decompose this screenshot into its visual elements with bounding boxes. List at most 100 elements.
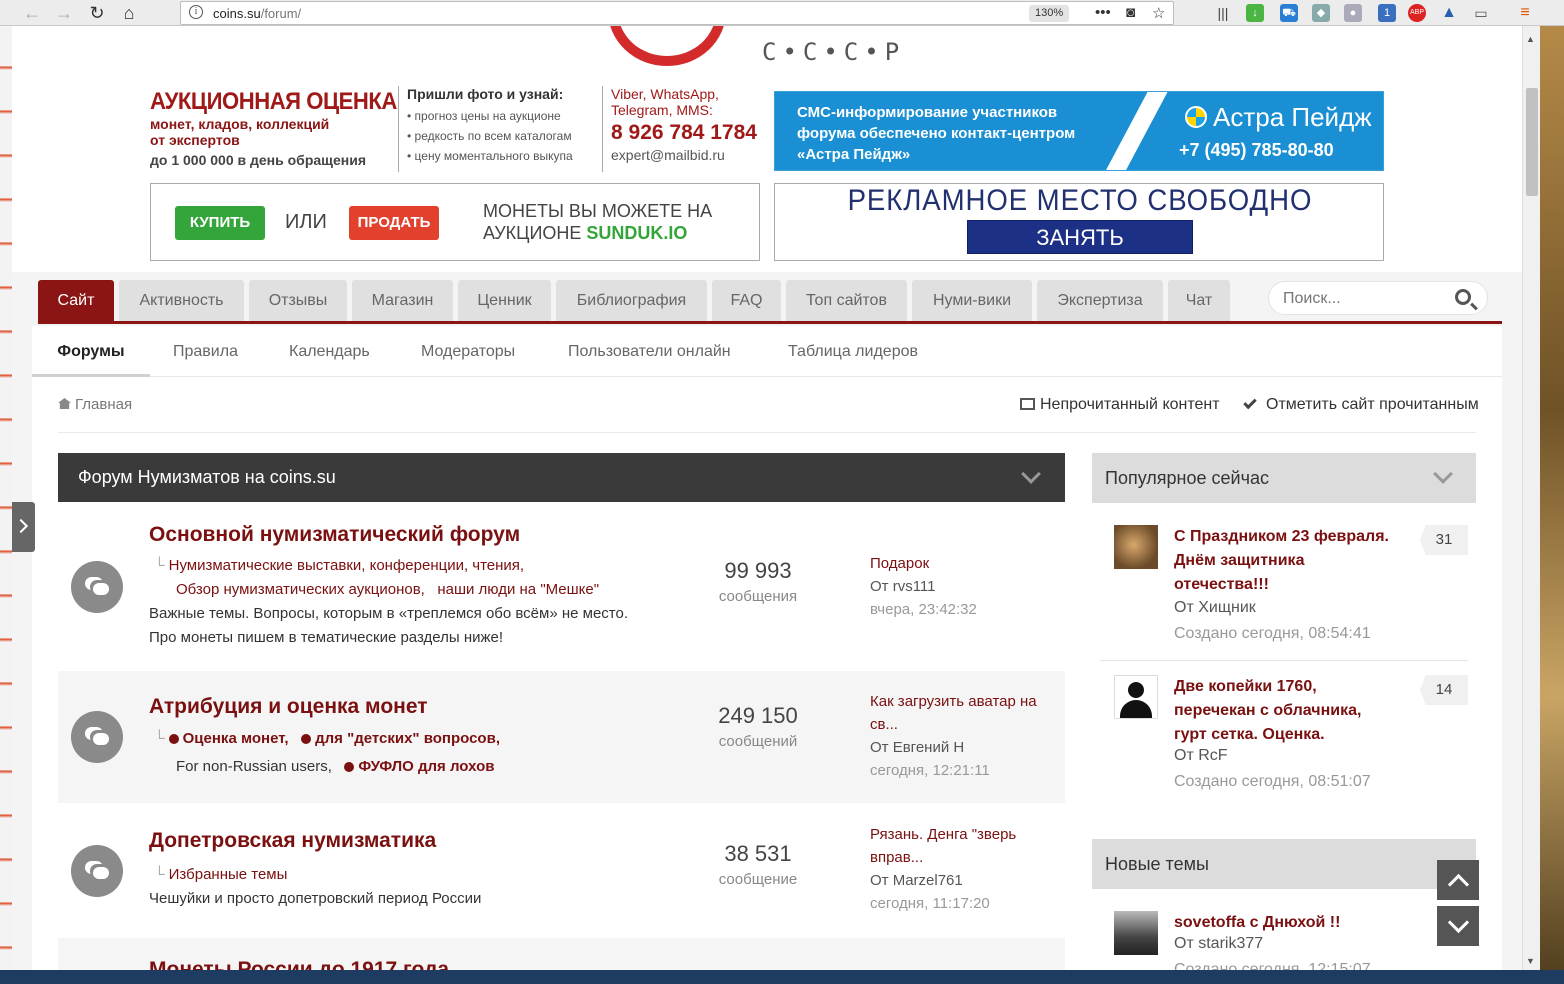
search-box[interactable] — [1268, 281, 1488, 315]
tab-chat[interactable]: Чат — [1168, 280, 1230, 321]
home-icon[interactable]: ⌂ — [115, 1, 143, 25]
popular-topic: Две копейки 1760, перечекан с облачника,… — [1102, 675, 1468, 795]
page-actions-icon[interactable]: ••• — [1095, 4, 1111, 21]
site-info-icon[interactable]: i — [189, 5, 203, 19]
subnav-online-users[interactable]: Пользователи онлайн — [568, 326, 731, 377]
avatar[interactable] — [1114, 675, 1158, 719]
subnav-rules[interactable]: Правила — [173, 326, 238, 377]
tab-numi-wiki[interactable]: Нуми-вики — [912, 280, 1032, 321]
last-post-author[interactable]: От Евгений Н — [870, 736, 1060, 759]
forum-title[interactable]: Основной нумизматический форум — [149, 523, 520, 547]
scroll-up-arrow-icon[interactable]: ▲ — [1526, 34, 1535, 44]
subforum-link[interactable]: Нумизматические выставки, конференции, ч… — [169, 557, 524, 574]
avatar[interactable] — [1114, 525, 1158, 569]
mark-site-read-link[interactable]: Отметить сайт прочитанным — [1243, 395, 1479, 414]
last-post-title[interactable]: Как загрузить аватар на св... — [870, 690, 1060, 736]
scroll-down-arrow-icon[interactable]: ▼ — [1526, 956, 1535, 966]
sell-button[interactable]: ПРОДАТЬ — [349, 206, 439, 240]
subnav-leaderboard[interactable]: Таблица лидеров — [788, 326, 918, 377]
vpn-extension-icon[interactable]: ▲ — [1440, 4, 1458, 22]
forum-title[interactable]: Монеты России до 1917 года — [149, 958, 449, 970]
subnav-calendar[interactable]: Календарь — [289, 326, 370, 377]
page-scrollbar[interactable]: ▲ ▼ — [1522, 26, 1540, 970]
collapse-chevron-icon[interactable] — [1021, 464, 1041, 484]
topic-title[interactable]: С Праздником 23 февраля. Днём защитника … — [1174, 525, 1394, 597]
adblock-icon[interactable]: ABP — [1408, 4, 1426, 22]
auction-appraisal-banner[interactable]: АУКЦИОННАЯ ОЦЕНКА монет, кладов, коллекц… — [150, 86, 762, 176]
reload-icon[interactable]: ↻ — [83, 1, 111, 25]
tab-activity[interactable]: Активность — [119, 280, 244, 321]
unread-content-link[interactable]: Непрочитанный контент — [1020, 396, 1220, 414]
free-ad-banner[interactable]: РЕКЛАМНОЕ МЕСТО СВОБОДНО ЗАНЯТЬ — [774, 183, 1384, 261]
last-post-date: сегодня, 11:17:20 — [870, 895, 990, 912]
subforum-link[interactable]: Обзор нумизматических аукционов, — [176, 581, 425, 598]
library-icon[interactable]: ||| — [1214, 4, 1232, 22]
forum-title[interactable]: Атрибуция и оценка монет — [149, 695, 428, 719]
last-post-title[interactable]: Подарок — [870, 552, 1060, 575]
tab-reviews[interactable]: Отзывы — [249, 280, 347, 321]
zoom-level[interactable]: 130% — [1029, 5, 1070, 22]
scroll-to-top-button[interactable] — [1437, 860, 1479, 900]
extension-icon[interactable]: ● — [1344, 4, 1362, 22]
astra-page-banner[interactable]: СМС-информирование участников форума обе… — [774, 91, 1384, 171]
banner-text: РЕКЛАМНОЕ МЕСТО СВОБОДНО — [847, 184, 1313, 217]
subforum-link[interactable]: For non-Russian users, — [176, 758, 332, 775]
tab-expertise[interactable]: Экспертиза — [1037, 280, 1163, 321]
topic-title[interactable]: sovetoffa с Днюхой !! — [1174, 911, 1434, 935]
forum-chat-icon — [71, 845, 123, 897]
tab-price[interactable]: Ценник — [458, 280, 551, 321]
scroll-to-bottom-button[interactable] — [1437, 906, 1479, 946]
subforum-link[interactable]: Оценка монет, — [183, 730, 289, 747]
subforum-link[interactable]: для "детских" вопросов, — [315, 730, 500, 747]
side-panel-toggle-icon[interactable] — [12, 502, 35, 552]
subforum-link[interactable]: наши люди на "Мешке" — [437, 581, 599, 598]
pocket-icon[interactable]: ◙ — [1126, 4, 1135, 21]
menu-icon[interactable]: ≡ — [1516, 4, 1534, 22]
cart-extension-icon[interactable]: ⛟ — [1280, 4, 1298, 22]
search-input[interactable] — [1283, 290, 1443, 308]
subforum-link[interactable]: ФУФЛО для лохов — [358, 758, 494, 775]
collapse-chevron-icon[interactable] — [1433, 464, 1453, 484]
last-post-date: вчера, 23:42:32 — [870, 601, 977, 618]
last-post-author[interactable]: От Marzel761 — [870, 869, 1060, 892]
topic-title[interactable]: Две копейки 1760, перечекан с облачника,… — [1174, 675, 1394, 747]
site-logo[interactable] — [608, 26, 726, 66]
post-count-value: 38 531 — [724, 841, 792, 866]
tab-top-sites[interactable]: Топ сайтов — [786, 280, 907, 321]
astra-logo-icon — [1185, 106, 1207, 128]
avatar[interactable] — [1114, 911, 1158, 955]
subnav-forums[interactable]: Форумы — [32, 326, 150, 377]
browser-toolbar: ← → ↻ ⌂ i coins.su/forum/ 130% ••• ◙ ☆ |… — [0, 0, 1564, 26]
subforum-list: └ Нумизматические выставки, конференции, … — [154, 557, 600, 598]
extension-icon[interactable]: ◆ — [1312, 4, 1330, 22]
address-bar[interactable]: i coins.su/forum/ 130% ••• ◙ ☆ — [180, 1, 1174, 25]
breadcrumb[interactable]: Главная — [58, 396, 132, 413]
last-post-title[interactable]: Рязань. Денга "зверь вправ... — [870, 823, 1060, 869]
download-icon[interactable]: ↓ — [1246, 4, 1264, 22]
tab-shop[interactable]: Магазин — [352, 280, 453, 321]
banner-item: • редкость по всем каталогам — [407, 129, 572, 143]
forum-title[interactable]: Допетровская нумизматика — [149, 829, 436, 853]
tab-site[interactable]: Сайт — [38, 280, 114, 323]
tab-faq[interactable]: FAQ — [712, 280, 781, 321]
last-post-author[interactable]: От rvs111 — [870, 575, 1060, 598]
notification-extension-icon[interactable]: 1 — [1378, 4, 1396, 22]
site-header: С•С•С•Р АУКЦИОННАЯ ОЦЕНКА монет, кладов,… — [12, 26, 1522, 272]
search-icon[interactable] — [1455, 289, 1471, 305]
topic-author[interactable]: От starik377 — [1174, 935, 1263, 953]
banner-line: до 1 000 000 в день обращения — [150, 152, 366, 168]
topic-author[interactable]: От Хищник — [1174, 599, 1256, 617]
occupy-button[interactable]: ЗАНЯТЬ — [967, 220, 1193, 254]
subforum-link[interactable]: Избранные темы — [169, 866, 288, 883]
tab-bibliography[interactable]: Библиография — [556, 280, 707, 321]
sunduk-banner[interactable]: КУПИТЬ ИЛИ ПРОДАТЬ МОНЕТЫ ВЫ МОЖЕТЕ НА А… — [150, 183, 760, 261]
forum-description: Чешуйки и просто допетровский период Рос… — [149, 890, 482, 907]
forward-arrow-icon[interactable]: → — [50, 1, 78, 25]
buy-button[interactable]: КУПИТЬ — [175, 206, 265, 240]
bookmark-star-icon[interactable]: ☆ — [1152, 4, 1165, 22]
subnav-moderators[interactable]: Модераторы — [421, 326, 515, 377]
back-arrow-icon[interactable]: ← — [18, 1, 46, 25]
scrollbar-thumb[interactable] — [1526, 88, 1538, 196]
sidebar-toggle-icon[interactable]: ▭ — [1472, 4, 1490, 22]
topic-author[interactable]: От RcF — [1174, 747, 1228, 765]
